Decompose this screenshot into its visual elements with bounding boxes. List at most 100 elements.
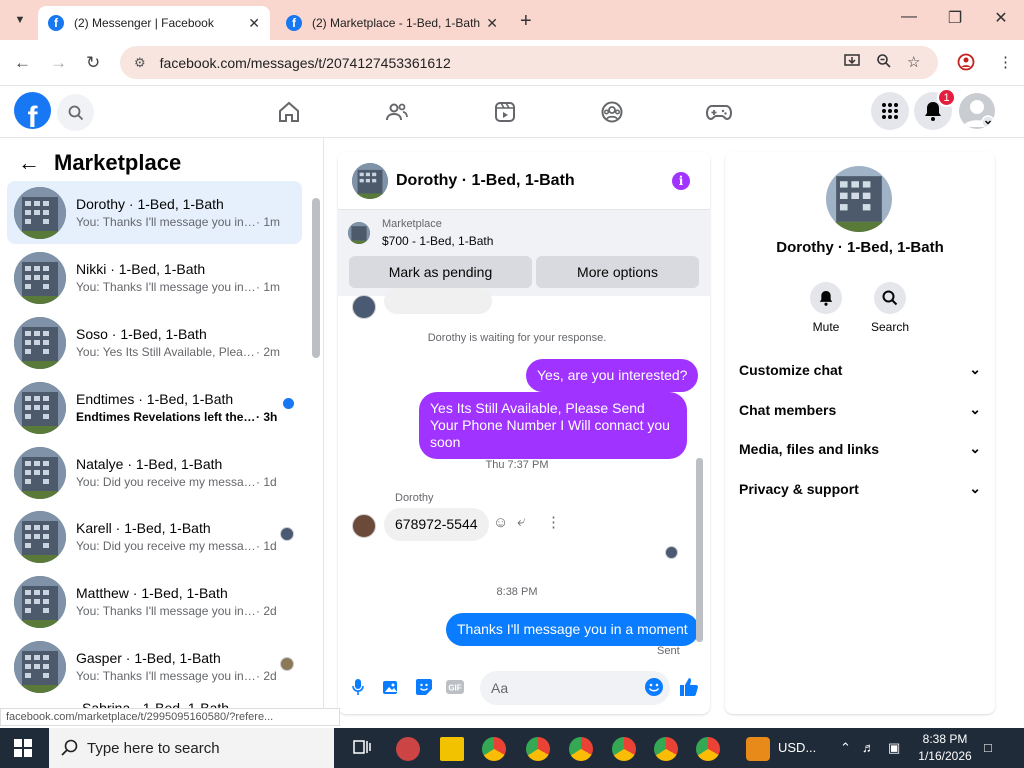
app-icon[interactable] <box>396 737 420 761</box>
chrome-icon[interactable] <box>612 737 636 761</box>
chat-title[interactable]: Dorothy · 1-Bed, 1-Bath <box>396 172 575 190</box>
privacy-support-section[interactable]: Privacy & support ⌄ <box>739 480 981 497</box>
chevron-down-icon: ⌄ <box>969 440 981 456</box>
conversation-item[interactable]: Karell · 1-Bed, 1-Bath You: Did you recei… <box>7 505 302 568</box>
account-avatar[interactable] <box>959 93 995 129</box>
chrome-icon[interactable] <box>654 737 678 761</box>
message-input[interactable]: Aa <box>480 671 670 705</box>
chevron-down-icon: ⌄ <box>969 401 981 417</box>
info-icon[interactable]: i <box>672 172 690 190</box>
currency-widget-label[interactable]: USD... <box>778 740 816 755</box>
video-icon[interactable] <box>491 98 519 126</box>
tab-marketplace[interactable]: f (2) Marketplace - 1-Bed, 1-Bath ✕ <box>276 6 508 40</box>
conversation-list-panel: ← Marketplace Dorothy · 1-Bed, 1-Bath You… <box>0 138 324 710</box>
chat-thumbnail[interactable] <box>352 162 388 199</box>
timestamp: Thu 7:37 PM <box>485 459 549 471</box>
list-scrollbar[interactable] <box>312 198 320 358</box>
tray-chevron-icon[interactable]: ⌃ <box>840 740 851 756</box>
home-icon[interactable] <box>275 98 303 126</box>
conversation-item[interactable]: Gasper · 1-Bed, 1-Bath You: Thanks I'll m… <box>7 635 302 698</box>
volume-icon[interactable]: ♬ <box>862 740 875 755</box>
new-tab-button[interactable]: + <box>520 10 532 33</box>
chrome-icon[interactable] <box>696 737 720 761</box>
sticky-notes-icon[interactable] <box>440 737 464 761</box>
taskbar-clock[interactable]: 8:38 PM 1/16/2026 <box>910 731 980 765</box>
back-arrow-icon[interactable]: ← <box>18 150 40 176</box>
mute-button[interactable]: Mute <box>796 282 856 334</box>
more-options-button[interactable]: More options <box>536 256 699 288</box>
install-app-icon[interactable] <box>844 53 860 73</box>
section-label: Media, files and links <box>739 440 880 457</box>
mark-as-pending-button[interactable]: Mark as pending <box>349 256 532 288</box>
chrome-icon[interactable] <box>526 737 550 761</box>
profile-icon[interactable] <box>957 53 975 75</box>
currency-widget-icon[interactable] <box>746 737 770 761</box>
friends-icon[interactable] <box>383 98 411 126</box>
more-actions-icon[interactable]: ⋮ <box>546 513 561 531</box>
close-window-button[interactable]: ✕ <box>986 8 1016 28</box>
taskbar-search[interactable]: Type here to search <box>49 728 334 768</box>
forward-button[interactable]: → <box>50 53 67 73</box>
menu-grid-button[interactable] <box>871 92 909 130</box>
search-icon <box>68 105 83 120</box>
close-tab-icon[interactable]: ✕ <box>486 15 498 32</box>
close-tab-icon[interactable]: ✕ <box>248 15 260 32</box>
browser-menu-icon[interactable]: ⋮ <box>998 53 1013 71</box>
windows-start-icon[interactable] <box>14 739 32 762</box>
contact-thumbnail[interactable] <box>826 166 892 232</box>
url-bar[interactable]: ⚙ facebook.com/messages/t/20741274533616… <box>120 46 938 79</box>
search-icon <box>874 282 906 314</box>
reload-button[interactable]: ↻ <box>86 53 100 73</box>
media-files-section[interactable]: Media, files and links ⌄ <box>739 440 981 457</box>
minimize-button[interactable]: — <box>894 8 924 26</box>
photo-icon[interactable] <box>380 676 402 698</box>
chrome-icon[interactable] <box>482 737 506 761</box>
conversation-name: Karell · 1-Bed, 1-Bath <box>76 520 211 536</box>
facebook-search-button[interactable] <box>57 94 94 131</box>
listing-thumbnail[interactable] <box>348 222 370 244</box>
network-icon[interactable]: ▣ <box>888 740 900 756</box>
gif-icon[interactable]: GIF <box>444 676 466 698</box>
restore-button[interactable]: ❐ <box>940 8 970 28</box>
customize-chat-section[interactable]: Customize chat ⌄ <box>739 361 981 378</box>
emoji-icon[interactable] <box>643 676 665 698</box>
bookmark-star-icon[interactable]: ☆ <box>907 53 920 71</box>
message-bubble[interactable]: Thanks I'll message you in a moment <box>446 613 699 646</box>
microphone-icon[interactable] <box>347 676 369 698</box>
search-in-chat-button[interactable]: Search <box>860 282 920 334</box>
section-label: Chat members <box>739 401 837 418</box>
conversation-item[interactable]: Endtimes · 1-Bed, 1-Bath Endtimes Revelat… <box>7 376 302 439</box>
tab-messenger[interactable]: f (2) Messenger | Facebook ✕ <box>38 6 270 40</box>
groups-icon[interactable] <box>598 98 626 126</box>
conversation-item[interactable]: Dorothy · 1-Bed, 1-Bath You: Thanks I'll … <box>7 181 302 244</box>
like-thumb-icon[interactable] <box>678 676 700 698</box>
chat-info-panel: Dorothy · 1-Bed, 1-Bath Mute Search Cust… <box>725 152 995 714</box>
site-settings-icon[interactable]: ⚙ <box>134 55 146 71</box>
gaming-icon[interactable] <box>705 98 733 126</box>
message-bubble[interactable]: 678972-5544 <box>384 508 489 541</box>
search-icon <box>61 739 78 756</box>
conversation-item[interactable]: Natalye · 1-Bed, 1-Bath You: Did you rece… <box>7 441 302 504</box>
listing-price[interactable]: $700 - 1-Bed, 1-Bath <box>382 234 493 248</box>
conversation-item[interactable]: Nikki · 1-Bed, 1-Bath You: Thanks I'll me… <box>7 246 302 309</box>
chrome-icon[interactable] <box>569 737 593 761</box>
chat-members-section[interactable]: Chat members ⌄ <box>739 401 981 418</box>
task-view-icon[interactable] <box>352 737 376 761</box>
list-title: Marketplace <box>54 150 182 175</box>
back-button[interactable]: ← <box>14 53 31 73</box>
search-label: Search <box>870 320 910 334</box>
message-bubble[interactable]: Yes Its Still Available, Please Send You… <box>419 392 687 459</box>
reply-icon[interactable]: ⤶ <box>517 513 525 530</box>
react-emoji-icon[interactable]: ☺ <box>493 514 508 531</box>
facebook-logo-icon[interactable]: f <box>14 92 51 129</box>
conversation-item[interactable]: Soso · 1-Bed, 1-Bath You: Yes Its Still A… <box>7 311 302 374</box>
message-bubble[interactable]: Yes, are you interested? <box>526 359 699 392</box>
conversation-time: · 1m <box>256 215 280 229</box>
tab-search-dropdown[interactable]: ▼ <box>8 9 32 31</box>
conversation-item[interactable]: Matthew · 1-Bed, 1-Bath You: Thanks I'll … <box>7 570 302 633</box>
zoom-icon[interactable] <box>876 53 892 73</box>
notifications-center-icon[interactable]: □ <box>984 740 992 755</box>
sender-avatar <box>352 514 376 538</box>
chat-scrollbar[interactable] <box>696 458 703 642</box>
sticker-icon[interactable] <box>413 676 435 698</box>
